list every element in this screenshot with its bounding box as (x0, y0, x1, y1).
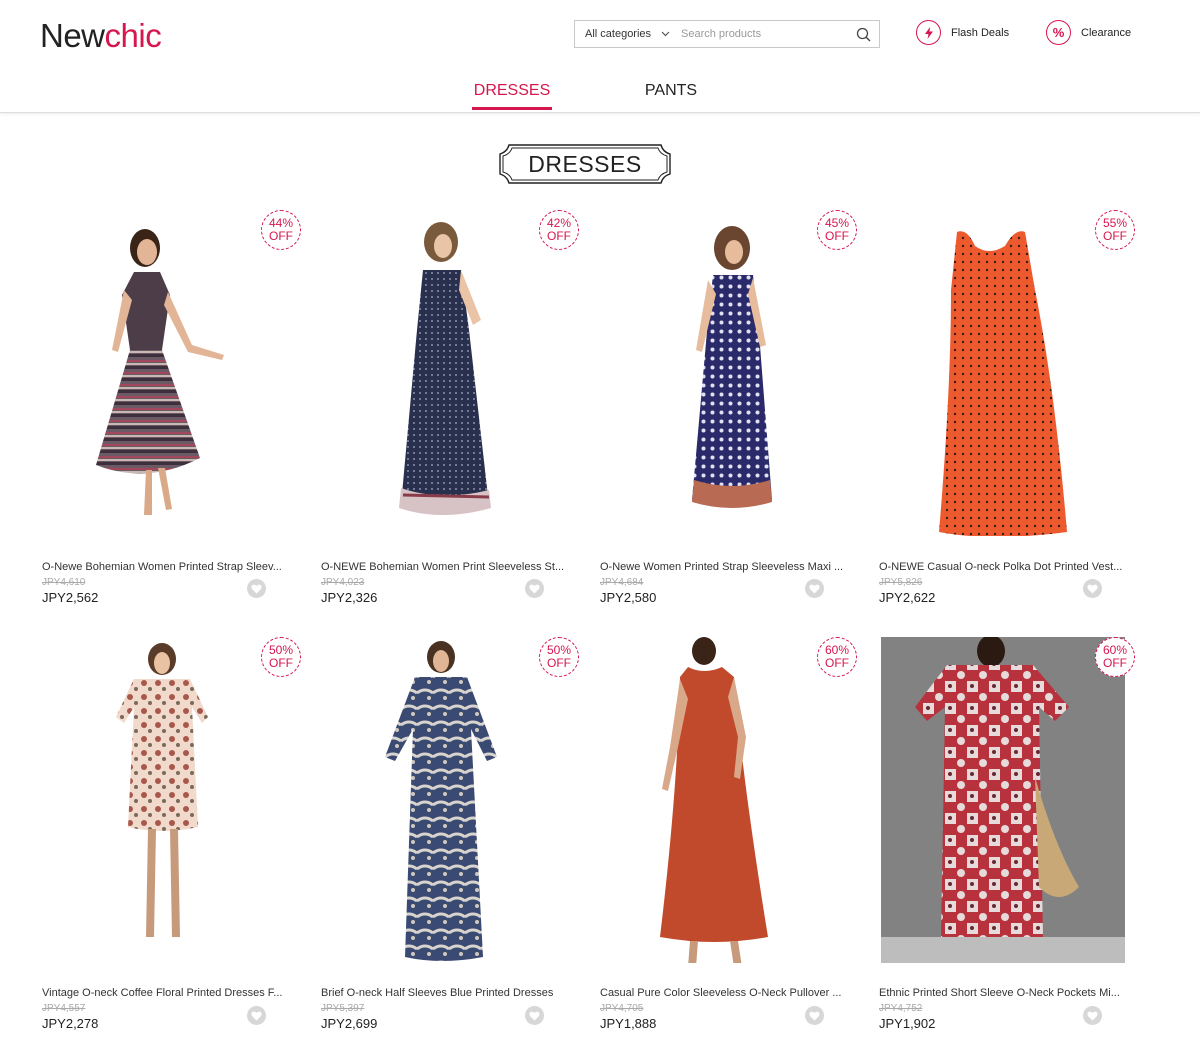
product-image[interactable] (321, 210, 567, 536)
product-old-price: JPY4,705 (600, 1003, 644, 1014)
product-old-price: JPY4,023 (321, 577, 365, 588)
percent-icon: % (1046, 20, 1071, 45)
product-name[interactable]: Ethnic Printed Short Sleeve O-Neck Pocke… (879, 987, 1125, 999)
product-name[interactable]: O-NEWE Bohemian Women Print Sleeveless S… (321, 561, 567, 573)
product-image[interactable] (321, 637, 567, 963)
product-price: JPY2,326 (321, 590, 378, 605)
product-name[interactable]: Vintage O-neck Coffee Floral Printed Dre… (42, 987, 288, 999)
section-title: DRESSES (499, 144, 671, 184)
lightning-icon (916, 20, 941, 45)
product-image[interactable] (600, 637, 846, 963)
discount-badge: 50% OFF (261, 637, 301, 677)
category-select-value: All categories (585, 28, 652, 40)
product-price: JPY2,278 (42, 1016, 99, 1031)
wishlist-heart-icon[interactable] (247, 579, 266, 598)
product-price: JPY2,562 (42, 590, 99, 605)
product-image[interactable] (42, 210, 288, 536)
product-name[interactable]: O-Newe Bohemian Women Printed Strap Slee… (42, 561, 288, 573)
discount-badge: 44% OFF (261, 210, 301, 250)
discount-badge: 42% OFF (539, 210, 579, 250)
discount-badge: 55% OFF (1095, 210, 1135, 250)
product-price: JPY2,699 (321, 1016, 378, 1031)
product-price: JPY2,622 (879, 590, 936, 605)
clearance-link[interactable]: % Clearance (1046, 20, 1131, 45)
category-select[interactable]: All categories (575, 21, 673, 47)
chevron-down-icon (661, 31, 670, 37)
wishlist-heart-icon[interactable] (525, 1006, 544, 1025)
product-old-price: JPY4,610 (42, 577, 86, 588)
product-name[interactable]: Brief O-neck Half Sleeves Blue Printed D… (321, 987, 567, 999)
discount-badge: 45% OFF (817, 210, 857, 250)
product-image[interactable] (42, 637, 288, 963)
search-bar: All categories (574, 20, 880, 48)
flash-deals-label: Flash Deals (951, 26, 1010, 39)
product-price: JPY1,902 (879, 1016, 936, 1031)
clearance-label: Clearance (1081, 26, 1132, 39)
wishlist-heart-icon[interactable] (1083, 579, 1102, 598)
wishlist-heart-icon[interactable] (1083, 1006, 1102, 1025)
wishlist-heart-icon[interactable] (805, 1006, 824, 1025)
wishlist-heart-icon[interactable] (247, 1006, 266, 1025)
wishlist-heart-icon[interactable] (805, 579, 824, 598)
product-image[interactable] (879, 210, 1125, 536)
tab-pants[interactable]: PANTS (640, 82, 702, 100)
product-old-price: JPY4,557 (42, 1003, 86, 1014)
product-price: JPY1,888 (600, 1016, 657, 1031)
product-old-price: JPY4,684 (600, 577, 644, 588)
search-icon (856, 27, 870, 41)
newchic-logo[interactable]: Newchic (40, 17, 162, 55)
discount-badge: 60% OFF (1095, 637, 1135, 677)
flash-deals-link[interactable]: Flash Deals (916, 20, 1009, 45)
search-input[interactable] (673, 21, 847, 47)
tab-dresses[interactable]: DRESSES (472, 82, 552, 110)
discount-badge: 50% OFF (539, 637, 579, 677)
product-image[interactable] (600, 210, 846, 536)
product-old-price: JPY5,826 (879, 577, 923, 588)
product-name[interactable]: Casual Pure Color Sleeveless O-Neck Pull… (600, 987, 846, 999)
search-button[interactable] (847, 21, 879, 47)
product-image[interactable] (879, 637, 1125, 963)
site-header: Newchic All categories Flash Deals % Cle… (0, 0, 1200, 113)
product-old-price: JPY5,397 (321, 1003, 365, 1014)
product-old-price: JPY4,752 (879, 1003, 923, 1014)
wishlist-heart-icon[interactable] (525, 579, 544, 598)
discount-badge: 60% OFF (817, 637, 857, 677)
product-name[interactable]: O-NEWE Casual O-neck Polka Dot Printed V… (879, 561, 1125, 573)
product-name[interactable]: O-Newe Women Printed Strap Sleeveless Ma… (600, 561, 846, 573)
product-price: JPY2,580 (600, 590, 657, 605)
